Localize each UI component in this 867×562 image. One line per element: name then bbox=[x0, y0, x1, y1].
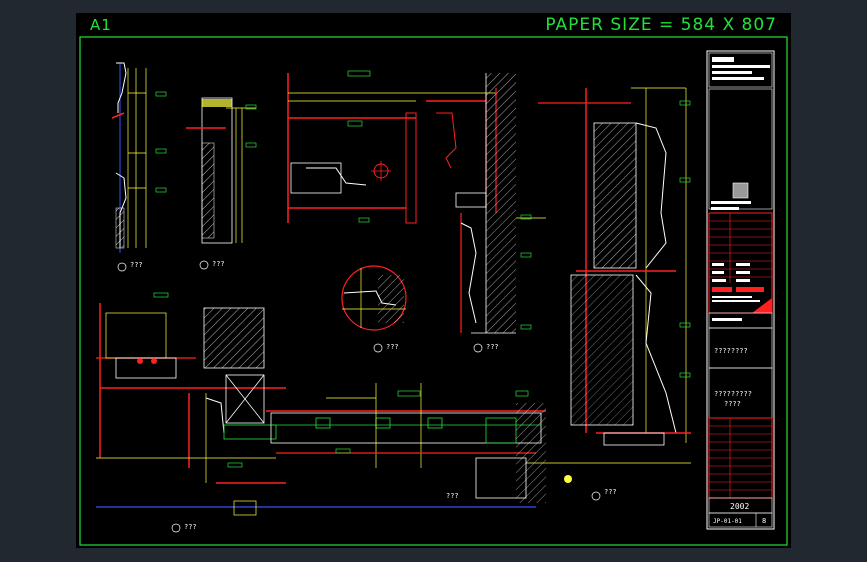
cad-drawing: ???????? ????????? ???? 2002 JP-01-01 8 bbox=[79, 36, 788, 546]
title-notes-1: ???????? bbox=[714, 347, 748, 355]
title-notes-2: ????????? bbox=[714, 390, 752, 398]
detail-tag-6: ??? bbox=[184, 523, 197, 531]
detail-tag-7: ??? bbox=[446, 492, 459, 500]
detail-tag-1: ??? bbox=[130, 261, 143, 269]
title-year: 2002 bbox=[730, 502, 749, 511]
detail-section-7: ??? bbox=[96, 383, 572, 516]
detail-section-5: ??? bbox=[526, 87, 691, 501]
title-sheet-no: 8 bbox=[762, 517, 766, 525]
detail-tag-4: ??? bbox=[486, 343, 499, 351]
detail-section-1: ??? bbox=[111, 62, 167, 272]
title-block: ???????? ????????? ???? 2002 JP-01-01 8 bbox=[706, 50, 775, 530]
title-drawing-no: JP-01-01 bbox=[713, 518, 742, 525]
drawing-sheet: A1 PAPER SIZE = 584 X 807 ???????? ?????… bbox=[76, 13, 791, 548]
detail-section-6: ??? bbox=[96, 292, 286, 533]
detail-section-2: ??? bbox=[186, 97, 257, 270]
title-notes-3: ???? bbox=[724, 400, 741, 408]
sheet-frame bbox=[79, 36, 788, 546]
detail-tag-2: ??? bbox=[212, 260, 225, 268]
detail-tag-3: ??? bbox=[386, 343, 399, 351]
detail-callout-circle: ??? bbox=[341, 265, 407, 353]
detail-tag-5: ??? bbox=[604, 488, 617, 496]
